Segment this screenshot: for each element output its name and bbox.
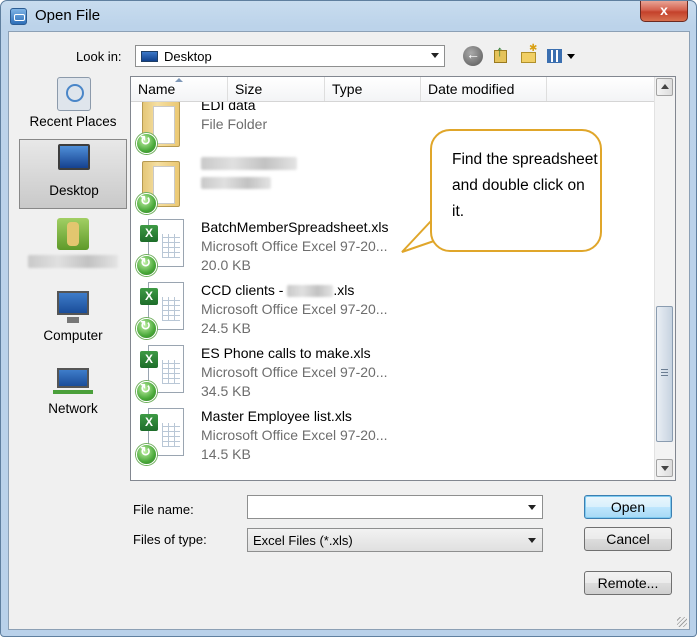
column-name[interactable]: Name	[131, 77, 228, 101]
column-size[interactable]: Size	[228, 77, 325, 101]
sync-icon	[136, 444, 157, 465]
places-bar: Recent Places Desktop Computer Network	[19, 77, 127, 474]
app-icon	[10, 8, 27, 25]
column-header: Name Size Type Date modified	[131, 77, 654, 102]
file-name: EDI data	[201, 102, 256, 113]
file-row-xls[interactable]: X ES Phone calls to make.xls Microsoft O…	[131, 345, 654, 407]
network-icon	[53, 368, 93, 394]
column-type[interactable]: Type	[325, 77, 421, 101]
files-of-type-label: Files of type:	[133, 532, 207, 547]
sort-ascending-icon	[175, 78, 183, 82]
excel-file-icon: X	[136, 219, 188, 277]
file-name-redacted	[201, 157, 297, 173]
instruction-callout: Find the spreadsheet and double click on…	[430, 129, 602, 252]
file-size: 24.5 KB	[201, 320, 251, 336]
file-type: Microsoft Office Excel 97-20...	[201, 301, 388, 317]
look-in-dropdown[interactable]: Desktop	[135, 45, 445, 67]
chevron-down-icon[interactable]	[431, 53, 439, 58]
remote-button[interactable]: Remote...	[584, 571, 672, 595]
place-user-folder[interactable]	[19, 218, 127, 280]
sync-icon	[136, 133, 157, 154]
place-recent-places[interactable]: Recent Places	[19, 77, 127, 139]
desktop-small-icon	[141, 51, 158, 62]
file-type: Microsoft Office Excel 97-20...	[201, 364, 388, 380]
file-size: 14.5 KB	[201, 446, 251, 462]
file-type: Microsoft Office Excel 97-20...	[201, 427, 388, 443]
computer-icon	[57, 291, 89, 323]
grip-icon	[661, 369, 668, 376]
file-row-xls[interactable]: X Master Employee list.xls Microsoft Off…	[131, 408, 654, 470]
views-menu-icon[interactable]	[546, 46, 578, 66]
open-button[interactable]: Open	[584, 495, 672, 519]
place-network[interactable]: Network	[19, 364, 127, 426]
look-in-value: Desktop	[164, 49, 212, 64]
window-title: Open File	[35, 7, 101, 24]
back-icon[interactable]	[463, 46, 483, 66]
file-size: 20.0 KB	[201, 257, 251, 273]
scroll-up-button[interactable]	[656, 78, 673, 96]
file-name: CCD clients - .xls	[201, 282, 355, 298]
column-date-modified[interactable]: Date modified	[421, 77, 547, 101]
file-type: File Folder	[201, 116, 268, 132]
recent-places-icon	[57, 77, 91, 111]
chevron-down-icon[interactable]	[528, 538, 536, 543]
file-name-label: File name:	[133, 502, 194, 517]
place-label-redacted	[19, 255, 127, 271]
place-desktop[interactable]: Desktop	[19, 139, 127, 209]
files-of-type-value: Excel Files (*.xls)	[253, 533, 353, 548]
file-type: Microsoft Office Excel 97-20...	[201, 238, 388, 254]
file-type-redacted	[201, 176, 271, 192]
look-in-label: Look in:	[76, 49, 122, 64]
sync-icon	[136, 255, 157, 276]
new-folder-icon[interactable]	[519, 43, 539, 66]
excel-file-icon: X	[136, 345, 188, 403]
close-button[interactable]: x	[640, 1, 688, 22]
place-label: Desktop	[49, 183, 99, 198]
folder-icon	[136, 157, 188, 215]
scroll-down-button[interactable]	[656, 459, 673, 477]
dialog-body: Look in: Desktop Recent Places Desktop	[8, 31, 690, 630]
file-row-xls[interactable]: X CCD clients - .xls Microsoft Office Ex…	[131, 282, 654, 344]
resize-grip-icon[interactable]	[677, 617, 687, 627]
file-size: 34.5 KB	[201, 383, 251, 399]
place-label: Recent Places	[29, 114, 117, 129]
sync-icon	[136, 381, 157, 402]
excel-file-icon: X	[136, 282, 188, 340]
sync-icon	[136, 193, 157, 214]
file-name: Master Employee list.xls	[201, 408, 352, 424]
file-name: ES Phone calls to make.xls	[201, 345, 371, 361]
open-file-dialog: Open File x Look in: Desktop Recent Plac…	[0, 0, 697, 637]
file-name: BatchMemberSpreadsheet.xls	[201, 219, 389, 235]
desktop-icon	[58, 144, 90, 170]
place-label: Network	[48, 401, 98, 416]
chevron-down-icon[interactable]	[528, 505, 536, 510]
place-computer[interactable]: Computer	[19, 291, 127, 353]
vertical-scrollbar[interactable]	[654, 77, 675, 480]
up-folder-icon[interactable]	[491, 43, 511, 66]
file-name-input[interactable]	[247, 495, 543, 519]
excel-file-icon: X	[136, 408, 188, 466]
place-label: Computer	[43, 328, 103, 343]
files-of-type-select[interactable]: Excel Files (*.xls)	[247, 528, 543, 552]
folder-icon	[136, 102, 188, 155]
sync-icon	[136, 318, 157, 339]
title-bar[interactable]: Open File x	[1, 1, 696, 31]
cancel-button[interactable]: Cancel	[584, 527, 672, 551]
scroll-thumb[interactable]	[656, 306, 673, 442]
user-folder-icon	[57, 218, 89, 250]
